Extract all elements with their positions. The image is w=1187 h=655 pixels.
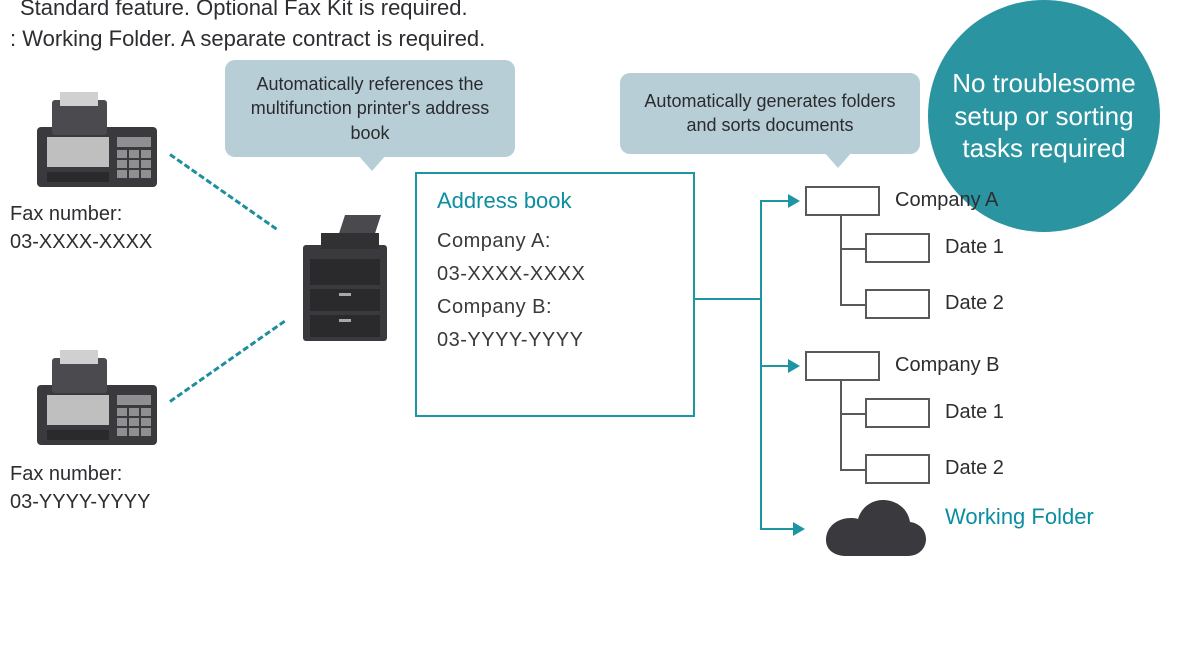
badge-text: No troublesome setup or sorting tasks re…: [948, 67, 1140, 165]
caption-line-1: Standard feature. Optional Fax Kit is re…: [20, 0, 468, 21]
address-book-title: Address book: [437, 188, 673, 214]
folder-label-date: Date 2: [945, 457, 1004, 480]
fax-b-label-line2: 03-YYYY-YYYY: [10, 491, 150, 513]
cloud-label: Working Folder: [945, 503, 1094, 532]
arrow-right-icon: [788, 359, 800, 373]
address-book: Address book Company A: 03-XXXX-XXXX Com…: [415, 172, 695, 417]
fax-machine-icon: [32, 92, 162, 192]
folder-icon: [865, 454, 930, 484]
callout-sort-text: Automatically generates folders and sort…: [644, 91, 895, 135]
fax-b-label: Fax number: 03-YYYY-YYYY: [10, 460, 210, 516]
address-book-entry-b-name: Company B:: [437, 296, 673, 319]
folder-icon: [865, 398, 930, 428]
connector-line: [760, 365, 790, 367]
fax-a-label-line2: 03-XXXX-XXXX: [10, 231, 152, 253]
callout-sort: Automatically generates folders and sort…: [620, 73, 920, 154]
connector-line: [760, 528, 795, 530]
folder-icon: [865, 289, 930, 319]
folder-label-date: Date 1: [945, 401, 1004, 424]
arrow-right-icon: [793, 522, 805, 536]
address-book-entry-a-name: Company A:: [437, 230, 673, 253]
address-book-entry-a-number: 03-XXXX-XXXX: [437, 263, 673, 286]
callout-references-text: Automatically references the multifuncti…: [251, 74, 490, 143]
connector-line: [760, 200, 762, 528]
arrow-right-icon: [788, 194, 800, 208]
folder-icon: [805, 351, 880, 381]
connector-line: [695, 298, 760, 300]
tree-connector: [840, 469, 865, 471]
multifunction-printer-icon: [295, 215, 395, 345]
folder-label-date: Date 2: [945, 292, 1004, 315]
folder-label-company-a: Company A: [895, 189, 998, 212]
tree-connector: [840, 381, 842, 471]
callout-references: Automatically references the multifuncti…: [225, 60, 515, 157]
cloud-icon: [820, 498, 930, 578]
folder-label-date: Date 1: [945, 236, 1004, 259]
fax-b-label-line1: Fax number:: [10, 463, 122, 485]
connector-line: [760, 200, 790, 202]
folder-label-company-b: Company B: [895, 354, 1000, 377]
tree-connector: [840, 413, 865, 415]
address-book-entry-b-number: 03-YYYY-YYYY: [437, 329, 673, 352]
fax-a-label-line1: Fax number:: [10, 203, 122, 225]
fax-machine-icon: [32, 350, 162, 450]
fax-a-label: Fax number: 03-XXXX-XXXX: [10, 200, 210, 256]
tree-connector: [840, 248, 865, 250]
tree-connector: [840, 216, 842, 306]
folder-icon: [865, 233, 930, 263]
folder-icon: [805, 186, 880, 216]
tree-connector: [840, 304, 865, 306]
caption-line-2: : Working Folder. A separate contract is…: [10, 26, 485, 52]
connector-dashed: [169, 320, 285, 403]
